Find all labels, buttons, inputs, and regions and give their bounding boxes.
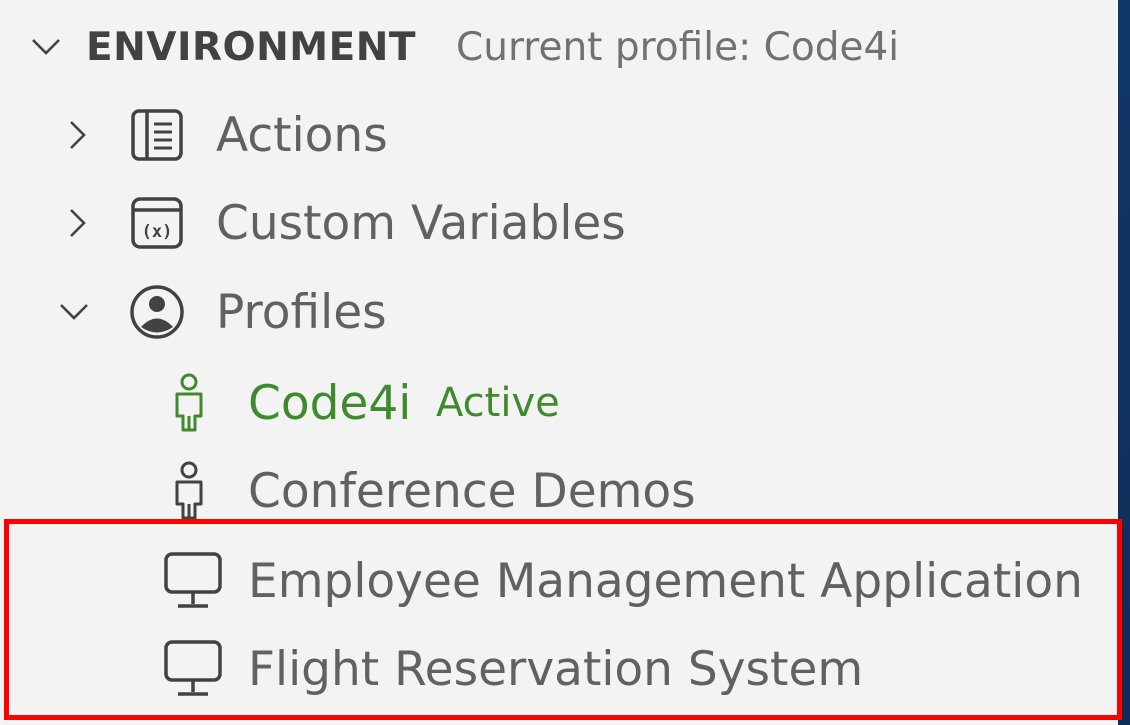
book-icon [128,106,186,164]
tree-item-label: Actions [216,107,388,163]
chevron-right-icon[interactable] [60,117,96,153]
section-description: Current profile: Code4i [456,24,900,70]
person-icon [166,458,212,524]
person-icon [166,370,212,436]
tree-item-actions[interactable]: Actions [0,91,1118,179]
profile-label: Code4i [248,375,412,431]
tree-item-label: Profiles [216,284,387,340]
profile-label: Employee Management Application [248,553,1083,609]
account-icon [127,282,187,342]
chevron-down-icon[interactable] [28,29,64,65]
active-badge: Active [436,380,560,426]
tree-item-custom-variables[interactable]: (x) Custom Variables [0,179,1118,267]
section-title: ENVIRONMENT [86,24,416,70]
profile-label: Conference Demos [248,463,696,519]
chevron-down-icon[interactable] [56,294,92,330]
profile-item-conference-demos[interactable]: Conference Demos [0,447,1118,535]
tree-item-label: Custom Variables [216,195,626,251]
profile-item-flight-reservation[interactable]: Flight Reservation System [0,625,1118,713]
environment-section-header[interactable]: ENVIRONMENT Current profile: Code4i [0,3,1118,91]
profile-item-code4i[interactable]: Code4i Active [0,359,1118,447]
svg-text:(x): (x) [142,222,173,242]
chevron-right-icon[interactable] [60,205,96,241]
profile-label: Flight Reservation System [248,641,864,697]
monitor-icon [160,636,226,702]
tree-item-profiles[interactable]: Profiles [0,268,1118,356]
profile-item-employee-management[interactable]: Employee Management Application [0,537,1118,625]
monitor-icon [160,548,226,614]
environment-panel: ENVIRONMENT Current profile: Code4i Acti… [0,0,1118,725]
variable-icon: (x) [128,194,186,252]
